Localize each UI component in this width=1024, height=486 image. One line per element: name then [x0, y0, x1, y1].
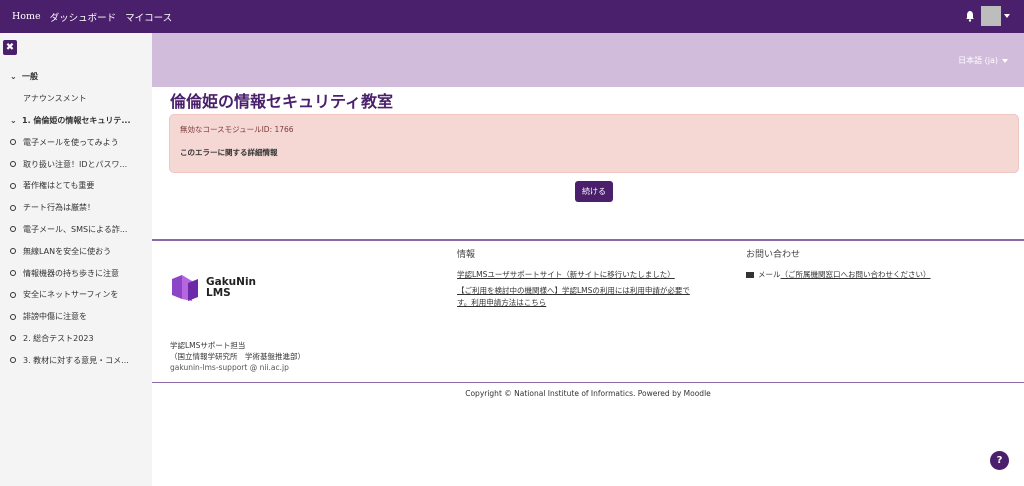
contact-email-row: メール （ご所属機関窓口へお問い合わせください）: [746, 269, 1016, 280]
language-selector[interactable]: 日本語 (ja): [958, 55, 1008, 66]
circle-icon: [10, 226, 16, 233]
nav-dashboard-link[interactable]: ダッシュボード: [50, 10, 117, 24]
sidebar-item-label: チート行為は厳禁！: [23, 203, 95, 213]
gakunin-lms-logo: GakuNin LMS: [170, 273, 256, 303]
sidebar-item[interactable]: 安全にネットサーフィンを: [0, 284, 152, 306]
sidebar-item-announcements[interactable]: アナウンスメント: [0, 88, 152, 110]
language-label: 日本語 (ja): [958, 56, 998, 65]
circle-icon: [10, 313, 16, 320]
nav-home-link[interactable]: Home: [12, 11, 41, 22]
chevron-down-icon: [1002, 58, 1008, 63]
sidebar-item[interactable]: 著作権はとても重要: [0, 175, 152, 197]
chevron-down-icon[interactable]: ⌄: [10, 116, 22, 125]
user-menu: [965, 6, 1010, 26]
sidebar-item[interactable]: 誹謗中傷に注意を: [0, 306, 152, 328]
footer-divider: [152, 239, 1024, 241]
close-sidebar-button[interactable]: ✖: [3, 40, 17, 55]
course-index-list: ⌄ 一般 アナウンスメント ⌄ 1. 倫倫姫の情報セキュリテ... 電子メールを…: [0, 66, 152, 371]
chevron-down-icon[interactable]: [1004, 14, 1010, 18]
page-title: 倫倫姫の情報セキュリティ教室: [170, 92, 394, 111]
top-navbar: Home ダッシュボード マイコース: [0, 0, 1024, 33]
sidebar-item-label: 安全にネットサーフィンを: [23, 290, 119, 300]
gakunin-logo-icon: [172, 275, 198, 301]
sidebar-item[interactable]: 2. 総合テスト2023: [0, 328, 152, 350]
support-contact: 学認LMSサポート担当 （国立情報学研究所 学術基盤推進部） gakunin-l…: [170, 340, 305, 373]
sidebar-section-general[interactable]: ⌄ 一般: [0, 66, 152, 88]
sidebar-item-label: アナウンスメント: [23, 94, 87, 104]
sidebar-item-label: 一般: [22, 72, 38, 82]
copyright-text: Copyright © National Institute of Inform…: [465, 389, 711, 398]
sidebar-item[interactable]: チート行為は厳禁！: [0, 197, 152, 219]
sidebar-item[interactable]: 3. 教材に対する意見・コメ...: [0, 349, 152, 371]
support-line2: （国立情報学研究所 学術基盤推進部）: [170, 352, 305, 361]
bell-icon[interactable]: [965, 10, 975, 22]
support-email: gakunin-lms-support @ nii.ac.jp: [170, 363, 289, 372]
support-line1: 学認LMSサポート担当: [170, 341, 246, 350]
usage-application-link-line2: す。利用申請方法はこちら: [457, 298, 547, 307]
error-alert: 無効なコースモジュールID: 1766 このエラーに関する詳細情報: [169, 114, 1019, 173]
logo-text-line2: LMS: [206, 287, 231, 299]
circle-icon: [10, 357, 16, 364]
sidebar-item-label: 電子メールを使ってみよう: [23, 137, 119, 147]
contact-prefix: メール: [758, 270, 781, 279]
error-details-link[interactable]: このエラーに関する詳細情報: [180, 147, 1008, 158]
sidebar-item[interactable]: 無線LANを安全に使おう: [0, 240, 152, 262]
help-button[interactable]: ?: [990, 451, 1009, 470]
circle-icon: [10, 182, 16, 189]
contact-link[interactable]: （ご所属機関窓口へお問い合わせください）: [781, 269, 931, 280]
sidebar-item-label: 情報機器の持ち歩きに注意: [23, 268, 119, 278]
sidebar-item-label: 3. 教材に対する意見・コメ...: [23, 355, 129, 365]
avatar[interactable]: [981, 6, 1001, 26]
circle-icon: [10, 204, 16, 211]
circle-icon: [10, 139, 16, 146]
sidebar-section-1[interactable]: ⌄ 1. 倫倫姫の情報セキュリテ...: [0, 110, 152, 132]
circle-icon: [10, 291, 16, 298]
circle-icon: [10, 248, 16, 255]
sidebar-item[interactable]: 電子メールを使ってみよう: [0, 131, 152, 153]
envelope-icon: [746, 271, 754, 278]
sidebar-item[interactable]: 電子メール、SMSによる詐...: [0, 219, 152, 241]
sidebar-item-label: 電子メール、SMSによる詐...: [23, 224, 128, 234]
page-header-band: 日本語 (ja): [152, 33, 1024, 87]
footer-contact-column: お問い合わせ メール （ご所属機関窓口へお問い合わせください）: [746, 247, 1016, 280]
sidebar-item-label: 無線LANを安全に使おう: [23, 246, 112, 256]
user-support-site-link[interactable]: 学認LMSユーザサポートサイト（新サイトに移行いたしました）: [457, 269, 742, 281]
usage-application-link-line1: 【ご利用を検討中の機関様へ】学認LMSの利用には利用申請が必要で: [457, 286, 690, 295]
info-title: 情報: [457, 250, 476, 260]
sidebar-item[interactable]: 情報機器の持ち歩きに注意: [0, 262, 152, 284]
circle-icon: [10, 270, 16, 277]
sidebar-item-label: 1. 倫倫姫の情報セキュリテ...: [22, 115, 131, 125]
sidebar-item-label: 取り扱い注意！IDとパスワ...: [23, 159, 128, 169]
continue-button[interactable]: 続ける: [575, 181, 613, 202]
circle-icon: [10, 161, 16, 168]
sidebar-item-label: 著作権はとても重要: [23, 181, 95, 191]
sidebar-item-label: 2. 総合テスト2023: [23, 333, 94, 343]
sidebar-item[interactable]: 取り扱い注意！IDとパスワ...: [0, 153, 152, 175]
contact-title: お問い合わせ: [746, 250, 801, 260]
course-index-sidebar: ✖ ⌄ 一般 アナウンスメント ⌄ 1. 倫倫姫の情報セキュリテ... 電子メー…: [0, 33, 152, 486]
footer-info-column: 情報 学認LMSユーザサポートサイト（新サイトに移行いたしました） 【ご利用を検…: [457, 247, 742, 309]
circle-icon: [10, 335, 16, 342]
error-message: 無効なコースモジュールID: 1766: [180, 125, 294, 134]
chevron-down-icon[interactable]: ⌄: [10, 72, 22, 81]
usage-application-link[interactable]: 【ご利用を検討中の機関様へ】学認LMSの利用には利用申請が必要で す。利用申請方…: [457, 285, 742, 309]
nav-my-courses-link[interactable]: マイコース: [125, 10, 172, 24]
footer-bottom-divider: [152, 382, 1024, 383]
sidebar-item-label: 誹謗中傷に注意を: [23, 312, 87, 322]
